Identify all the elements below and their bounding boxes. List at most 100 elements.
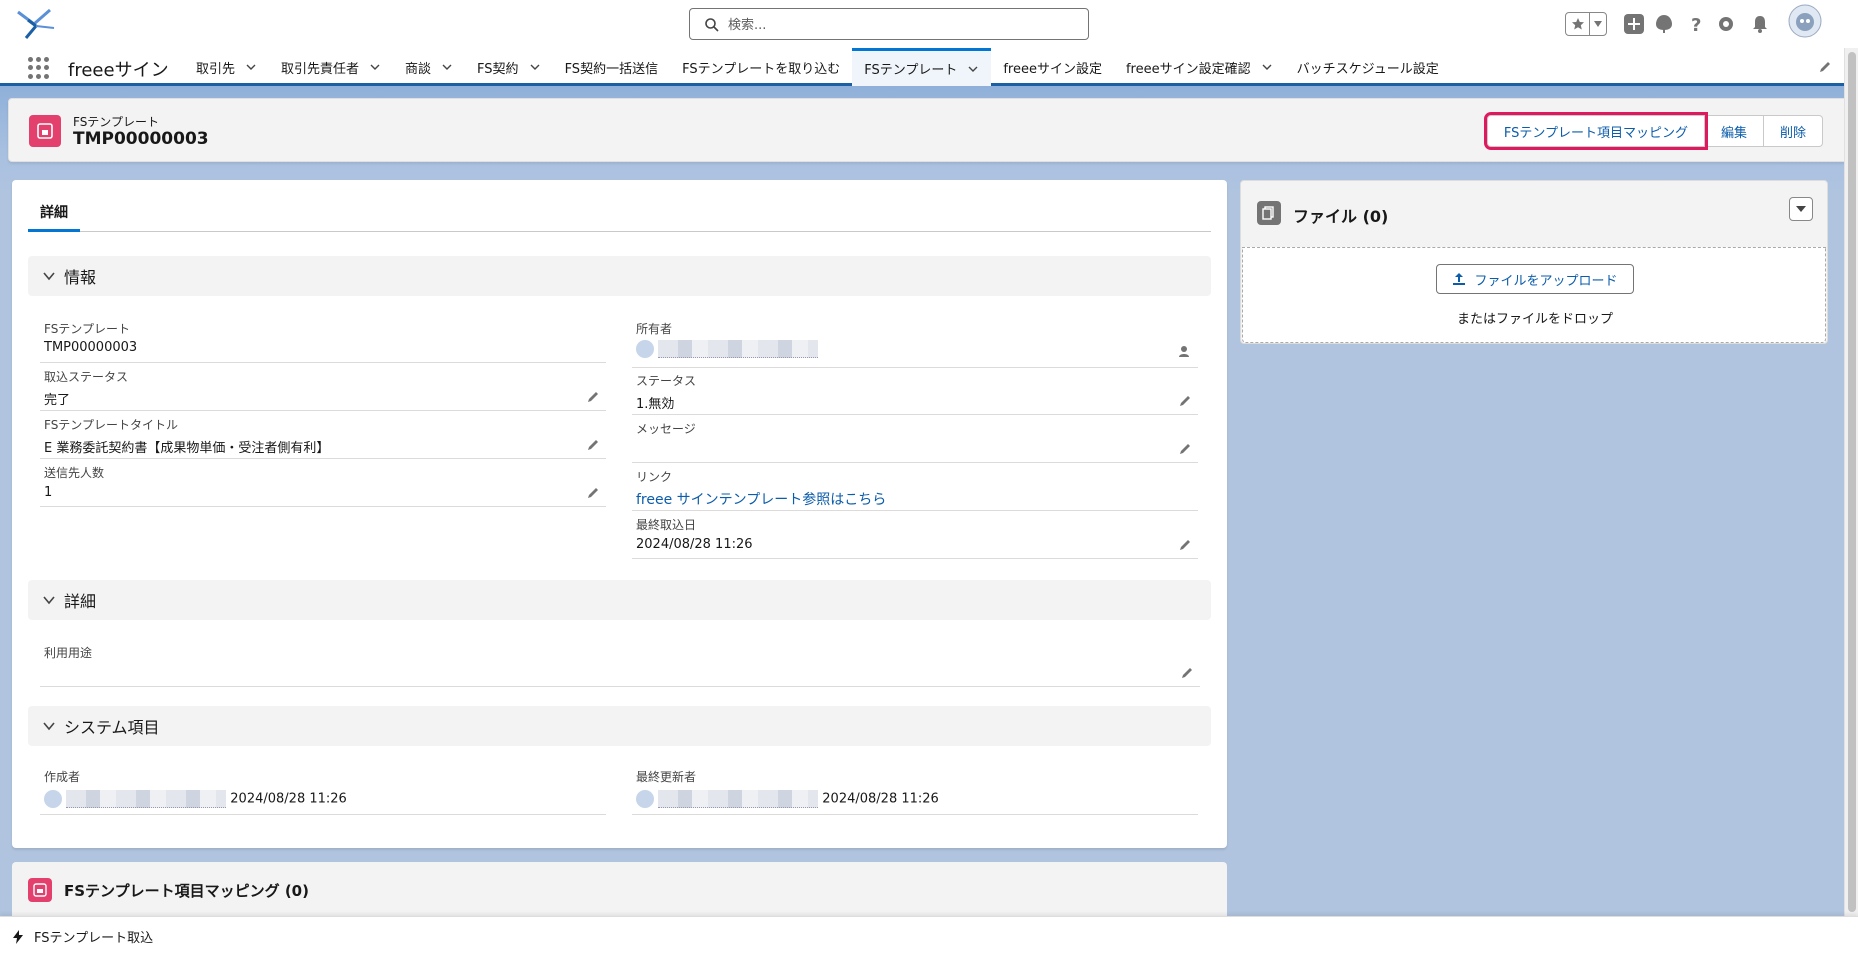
file-drop-zone[interactable]: ファイルをアップロード またはファイルをドロップ	[1242, 247, 1826, 343]
template-mapping-button[interactable]: FSテンプレート項目マッピング	[1483, 112, 1708, 150]
nav-item-label: バッチスケジュール設定	[1296, 61, 1439, 77]
record-type-icon	[28, 878, 52, 902]
app-launcher-icon[interactable]	[28, 57, 50, 79]
star-icon[interactable]	[1566, 13, 1590, 35]
plus-icon	[1624, 14, 1644, 34]
nav-item-5[interactable]: FSテンプレートを取り込む	[670, 48, 852, 86]
files-menu-button[interactable]	[1789, 197, 1813, 221]
field-import-status: 取込ステータス 完了	[40, 368, 606, 411]
nav-item-label: 取引先責任者	[281, 61, 360, 77]
favorites-button[interactable]	[1565, 12, 1607, 36]
chevron-down-icon[interactable]	[529, 61, 541, 73]
record-actions: FSテンプレート項目マッピング 編集 削除	[1483, 112, 1823, 150]
modified-date: 2024/08/28 11:26	[822, 791, 939, 807]
pencil-icon[interactable]	[1178, 442, 1192, 456]
pencil-icon[interactable]	[1178, 394, 1192, 408]
utility-template-import[interactable]: FSテンプレート取込	[12, 927, 153, 946]
upload-icon	[1453, 273, 1466, 285]
record-type-label: FSテンプレート	[73, 115, 159, 129]
field-label: メッセージ	[636, 422, 696, 436]
edit-button[interactable]: 編集	[1704, 115, 1764, 147]
section-detail-header[interactable]: 詳細	[28, 580, 1211, 620]
lightning-icon	[13, 929, 23, 944]
section-detail-title: 詳細	[64, 592, 97, 611]
gear-icon	[1719, 17, 1733, 31]
nav-item-6[interactable]: FSテンプレート	[852, 48, 992, 86]
chevron-down-icon[interactable]	[1261, 61, 1273, 73]
chevron-down-icon[interactable]	[967, 63, 979, 75]
help-button[interactable]: ?	[1682, 10, 1710, 38]
nav-item-7[interactable]: freeeサイン設定	[991, 48, 1114, 86]
nav-item-label: FSテンプレート	[864, 63, 958, 78]
owner-avatar	[636, 340, 654, 358]
avatar-icon	[1788, 4, 1822, 38]
question-icon: ?	[1691, 15, 1701, 35]
nav-item-1[interactable]: 取引先責任者	[269, 48, 393, 86]
page-scrollbar[interactable]	[1844, 48, 1858, 916]
nav-item-label: FS契約	[477, 61, 519, 77]
nav-item-8[interactable]: freeeサイン設定確認	[1114, 48, 1285, 86]
change-owner-icon[interactable]	[1178, 344, 1192, 358]
section-system-title: システム項目	[64, 718, 160, 737]
field-template: FSテンプレート TMP00000003	[40, 320, 606, 363]
creator-name-redacted[interactable]	[66, 790, 227, 808]
owner-value[interactable]	[636, 340, 819, 358]
global-create-button[interactable]	[1620, 10, 1648, 38]
record-header: FSテンプレート TMP00000003 FSテンプレート項目マッピング 編集 …	[8, 98, 1848, 162]
created-by-value: 2024/08/28 11:26	[44, 790, 347, 808]
tab-detail[interactable]: 詳細	[28, 194, 80, 232]
edit-nav-icon[interactable]	[1818, 60, 1832, 74]
search-input[interactable]	[728, 15, 1068, 35]
notifications-button[interactable]	[1746, 10, 1774, 38]
field-label: 最終更新者	[636, 770, 697, 784]
field-value: 1	[44, 485, 53, 500]
field-label: 所有者	[636, 322, 673, 336]
global-search[interactable]	[689, 8, 1089, 40]
owner-name-redacted[interactable]	[658, 340, 819, 358]
chevron-down-icon[interactable]	[245, 61, 257, 73]
freee-sign-logo[interactable]	[14, 6, 56, 42]
chevron-down-icon[interactable]	[1590, 13, 1606, 35]
trailhead-button[interactable]	[1650, 10, 1678, 38]
user-avatar[interactable]	[1788, 4, 1822, 38]
creator-avatar	[44, 790, 62, 808]
field-usage: 利用用途	[40, 644, 1200, 687]
created-date: 2024/08/28 11:26	[230, 791, 347, 807]
setup-button[interactable]	[1712, 10, 1740, 38]
nav-item-4[interactable]: FS契約一括送信	[553, 48, 671, 86]
chevron-down-icon[interactable]	[441, 61, 453, 73]
nav-item-label: freeeサイン設定	[1003, 61, 1102, 77]
field-value: E 業務委託契約書【成果物単価・受注者側有利】	[44, 441, 330, 456]
nav-item-0[interactable]: 取引先	[184, 48, 269, 86]
delete-button[interactable]: 削除	[1763, 115, 1823, 147]
field-modified-by: 最終更新者 2024/08/28 11:26	[632, 768, 1198, 815]
scrollbar-thumb[interactable]	[1848, 52, 1856, 912]
search-icon	[705, 18, 719, 32]
field-label: 利用用途	[44, 646, 93, 660]
pencil-icon[interactable]	[586, 438, 600, 452]
chevron-down-icon[interactable]	[369, 61, 381, 73]
modified-by-value: 2024/08/28 11:26	[636, 790, 939, 808]
pencil-icon[interactable]	[1180, 666, 1194, 680]
nav-item-2[interactable]: 商談	[393, 48, 465, 86]
field-created-by: 作成者 2024/08/28 11:26	[40, 768, 606, 815]
field-label: ステータス	[636, 374, 697, 388]
template-reference-link[interactable]: freee サインテンプレート参照はこちら	[636, 489, 886, 509]
nav-item-label: 商談	[405, 61, 432, 77]
nav-item-3[interactable]: FS契約	[465, 48, 553, 86]
drop-files-text: またはファイルをドロップ	[1456, 312, 1613, 327]
section-info-header[interactable]: 情報	[28, 256, 1211, 296]
upload-files-button[interactable]: ファイルをアップロード	[1436, 264, 1634, 294]
pencil-icon[interactable]	[586, 486, 600, 500]
bell-icon	[1753, 16, 1767, 33]
pencil-icon[interactable]	[586, 390, 600, 404]
files-card: ファイル (0) ファイルをアップロード またはファイルをドロップ	[1240, 180, 1828, 344]
field-value: 完了	[44, 393, 71, 408]
related-mapping-title[interactable]: FSテンプレート項目マッピング (0)	[64, 880, 309, 901]
section-system-header[interactable]: システム項目	[28, 706, 1211, 746]
utility-label: FSテンプレート取込	[34, 931, 154, 946]
nav-item-9[interactable]: バッチスケジュール設定	[1285, 48, 1451, 86]
chevron-down-icon	[43, 722, 55, 731]
modifier-name-redacted[interactable]	[658, 790, 819, 808]
pencil-icon[interactable]	[1178, 538, 1192, 552]
